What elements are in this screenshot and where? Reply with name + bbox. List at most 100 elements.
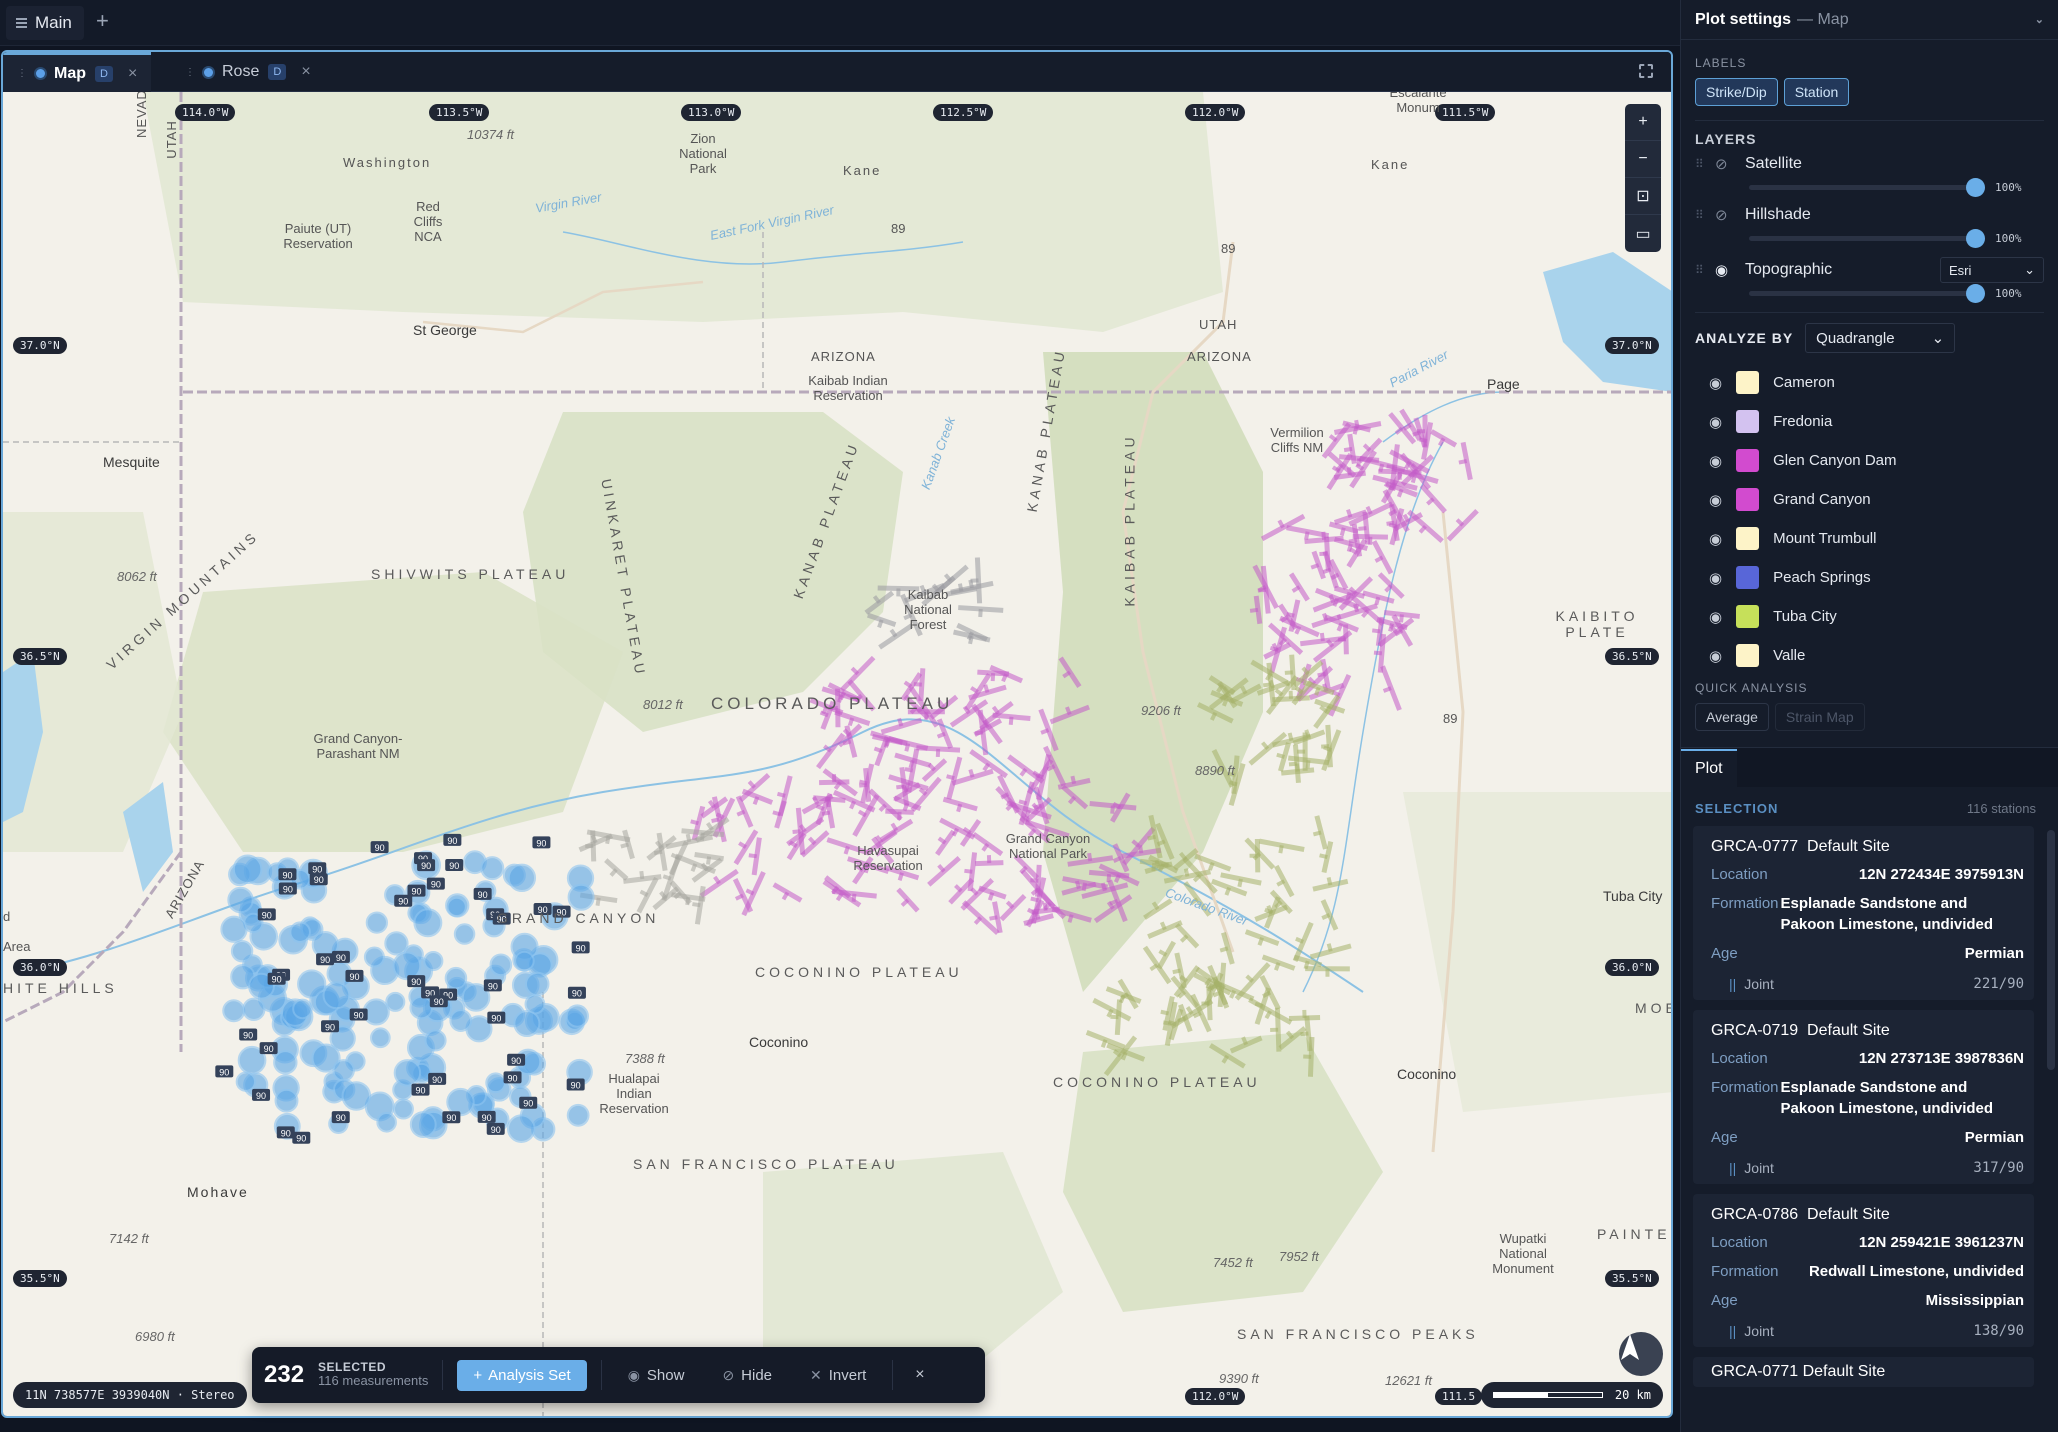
station-card[interactable]: GRCA-0777 Default Site Location 12N 272434… bbox=[1693, 826, 2034, 1000]
tab-map[interactable]: ⋮ Map D × bbox=[3, 52, 152, 92]
slider-thumb[interactable] bbox=[1966, 178, 1985, 197]
slider-track[interactable] bbox=[1749, 229, 1985, 248]
slider-track[interactable] bbox=[1749, 284, 1985, 303]
slider-track[interactable] bbox=[1749, 178, 1985, 197]
station-toggle[interactable]: Station bbox=[1783, 78, 1850, 106]
dip-tick-mark bbox=[1304, 531, 1310, 540]
tab-plot[interactable]: Plot bbox=[1681, 749, 1737, 787]
station-point bbox=[273, 1050, 298, 1075]
zoom-in-button[interactable]: + bbox=[1625, 104, 1661, 141]
quadrangle-name: Glen Canyon Dam bbox=[1773, 452, 1897, 469]
analyze-by-select[interactable]: Quadrangle ⌄ bbox=[1805, 323, 1956, 353]
measurement-count: 116 measurements bbox=[318, 1373, 429, 1389]
show-button[interactable]: ◉ Show bbox=[616, 1367, 697, 1384]
quadrangle-item[interactable]: ◉ Fredonia bbox=[1681, 402, 2058, 441]
eye-icon[interactable]: ◉ bbox=[1709, 647, 1722, 665]
quadrangle-item[interactable]: ◉ Tuba City bbox=[1681, 597, 2058, 636]
workspace-tab-main[interactable]: Main bbox=[6, 6, 84, 40]
add-workspace-button[interactable]: + bbox=[96, 8, 109, 34]
eye-icon[interactable]: ◉ bbox=[1709, 491, 1722, 509]
map-canvas[interactable]: 90 90 90 90 90 90 90 90 90 90 90 90 90 90 90 90 90 90 90 90… bbox=[3, 92, 1671, 1416]
quadrangle-item[interactable]: ◉ Peach Springs bbox=[1681, 558, 2058, 597]
slider-thumb[interactable] bbox=[1966, 229, 1985, 248]
fit-bounds-button[interactable]: ⊡ bbox=[1625, 178, 1661, 215]
color-swatch[interactable] bbox=[1736, 605, 1760, 628]
dip-tick-mark bbox=[897, 717, 904, 727]
average-button[interactable]: Average bbox=[1695, 703, 1769, 731]
dip-tick-mark bbox=[738, 841, 747, 849]
compass-button[interactable] bbox=[1619, 1332, 1663, 1376]
station-card[interactable]: GRCA-0771 Default Site bbox=[1693, 1357, 2034, 1387]
drag-handle-icon[interactable]: ⠿ bbox=[1695, 157, 1705, 171]
dip-tick-mark bbox=[968, 579, 974, 589]
opacity-slider[interactable]: 100% bbox=[1749, 229, 2044, 248]
close-selection-button[interactable]: × bbox=[915, 1366, 924, 1384]
basemap-source-select[interactable]: Esri ⌄ bbox=[1940, 257, 2044, 283]
eye-icon[interactable]: ◉ bbox=[1709, 608, 1722, 626]
measure-ruler-button[interactable]: ▭ bbox=[1625, 215, 1661, 252]
zoom-out-button[interactable]: − bbox=[1625, 141, 1661, 178]
collapse-icon[interactable]: ⌄ bbox=[2035, 13, 2044, 26]
dip-tick-mark bbox=[1183, 868, 1190, 877]
place-label: d bbox=[3, 909, 11, 924]
color-swatch[interactable] bbox=[1736, 449, 1760, 472]
quadrangle-item[interactable]: ◉ Grand Canyon bbox=[1681, 480, 2058, 519]
quadrangle-item[interactable]: ◉ Mount Trumbull bbox=[1681, 519, 2058, 558]
station-point bbox=[322, 981, 351, 1010]
expand-icon[interactable] bbox=[1639, 64, 1653, 78]
eye-icon[interactable]: ◉ bbox=[1709, 374, 1722, 392]
eye-icon[interactable]: ◉ bbox=[1715, 261, 1735, 279]
dip-tick-mark bbox=[1418, 525, 1427, 534]
scrollbar[interactable] bbox=[2047, 830, 2055, 1070]
color-swatch[interactable] bbox=[1736, 488, 1760, 511]
place-label: Kane bbox=[843, 163, 882, 178]
drag-handle-icon[interactable]: ⋮ bbox=[17, 68, 27, 79]
dip-tick-mark bbox=[859, 782, 868, 788]
color-swatch[interactable] bbox=[1736, 566, 1760, 589]
color-swatch[interactable] bbox=[1736, 410, 1760, 433]
drag-handle-icon[interactable]: ⋮ bbox=[185, 67, 195, 78]
color-swatch[interactable] bbox=[1736, 527, 1760, 550]
station-card[interactable]: GRCA-0786 Default Site Location 12N 259421… bbox=[1693, 1194, 2034, 1347]
dip-badge-label: 90 bbox=[243, 1030, 253, 1040]
eye-icon[interactable]: ◉ bbox=[1709, 569, 1722, 587]
drag-handle-icon[interactable]: ⠿ bbox=[1695, 208, 1705, 222]
close-tab-map-icon[interactable]: × bbox=[128, 65, 137, 83]
eye-icon[interactable]: ◉ bbox=[1709, 530, 1722, 548]
dip-tick-mark bbox=[1040, 728, 1050, 735]
dip-tick-mark bbox=[847, 717, 855, 727]
quadrangle-item[interactable]: ◉ Cameron bbox=[1681, 363, 2058, 402]
strain-map-button[interactable]: Strain Map bbox=[1774, 703, 1865, 731]
dip-tick-mark bbox=[1358, 526, 1367, 531]
dip-badge-label: 90 bbox=[491, 1014, 501, 1024]
selection-label: SELECTION bbox=[1695, 801, 1779, 816]
color-swatch[interactable] bbox=[1736, 644, 1760, 667]
eye-off-icon[interactable]: ⊘ bbox=[1715, 206, 1735, 224]
dip-tick-mark bbox=[987, 891, 995, 901]
eye-off-icon[interactable]: ⊘ bbox=[1715, 155, 1735, 173]
lat-label: 35.5°N bbox=[13, 1270, 67, 1287]
drag-handle-icon[interactable]: ⠿ bbox=[1695, 263, 1705, 277]
invert-button[interactable]: ✕ Invert bbox=[798, 1367, 878, 1384]
opacity-slider[interactable]: 100% bbox=[1749, 178, 2044, 197]
station-point bbox=[409, 1111, 437, 1138]
strike-dip-toggle[interactable]: Strike/Dip bbox=[1695, 78, 1778, 106]
dip-tick-mark bbox=[1291, 585, 1301, 593]
color-swatch[interactable] bbox=[1736, 371, 1760, 394]
station-site: Default Site bbox=[1807, 1022, 1890, 1039]
eye-icon[interactable]: ◉ bbox=[1709, 452, 1722, 470]
dip-badge-label: 90 bbox=[508, 1073, 518, 1083]
slider-thumb[interactable] bbox=[1966, 284, 1985, 303]
eye-icon[interactable]: ◉ bbox=[1709, 413, 1722, 431]
age-key: Age bbox=[1711, 1129, 1738, 1146]
opacity-slider[interactable]: 100% bbox=[1749, 284, 2044, 303]
close-tab-rose-icon[interactable]: × bbox=[301, 63, 310, 81]
station-point bbox=[365, 911, 388, 934]
hide-button[interactable]: ⊘ Hide bbox=[710, 1367, 784, 1384]
analysis-set-button[interactable]: + Analysis Set bbox=[457, 1359, 587, 1391]
tab-rose[interactable]: ⋮ Rose D × bbox=[171, 52, 325, 92]
quadrangle-item[interactable]: ◉ Glen Canyon Dam bbox=[1681, 441, 2058, 480]
dip-tick-mark bbox=[1437, 437, 1446, 447]
quadrangle-item[interactable]: ◉ Valle bbox=[1681, 636, 2058, 675]
station-card[interactable]: GRCA-0719 Default Site Location 12N 273713… bbox=[1693, 1010, 2034, 1184]
